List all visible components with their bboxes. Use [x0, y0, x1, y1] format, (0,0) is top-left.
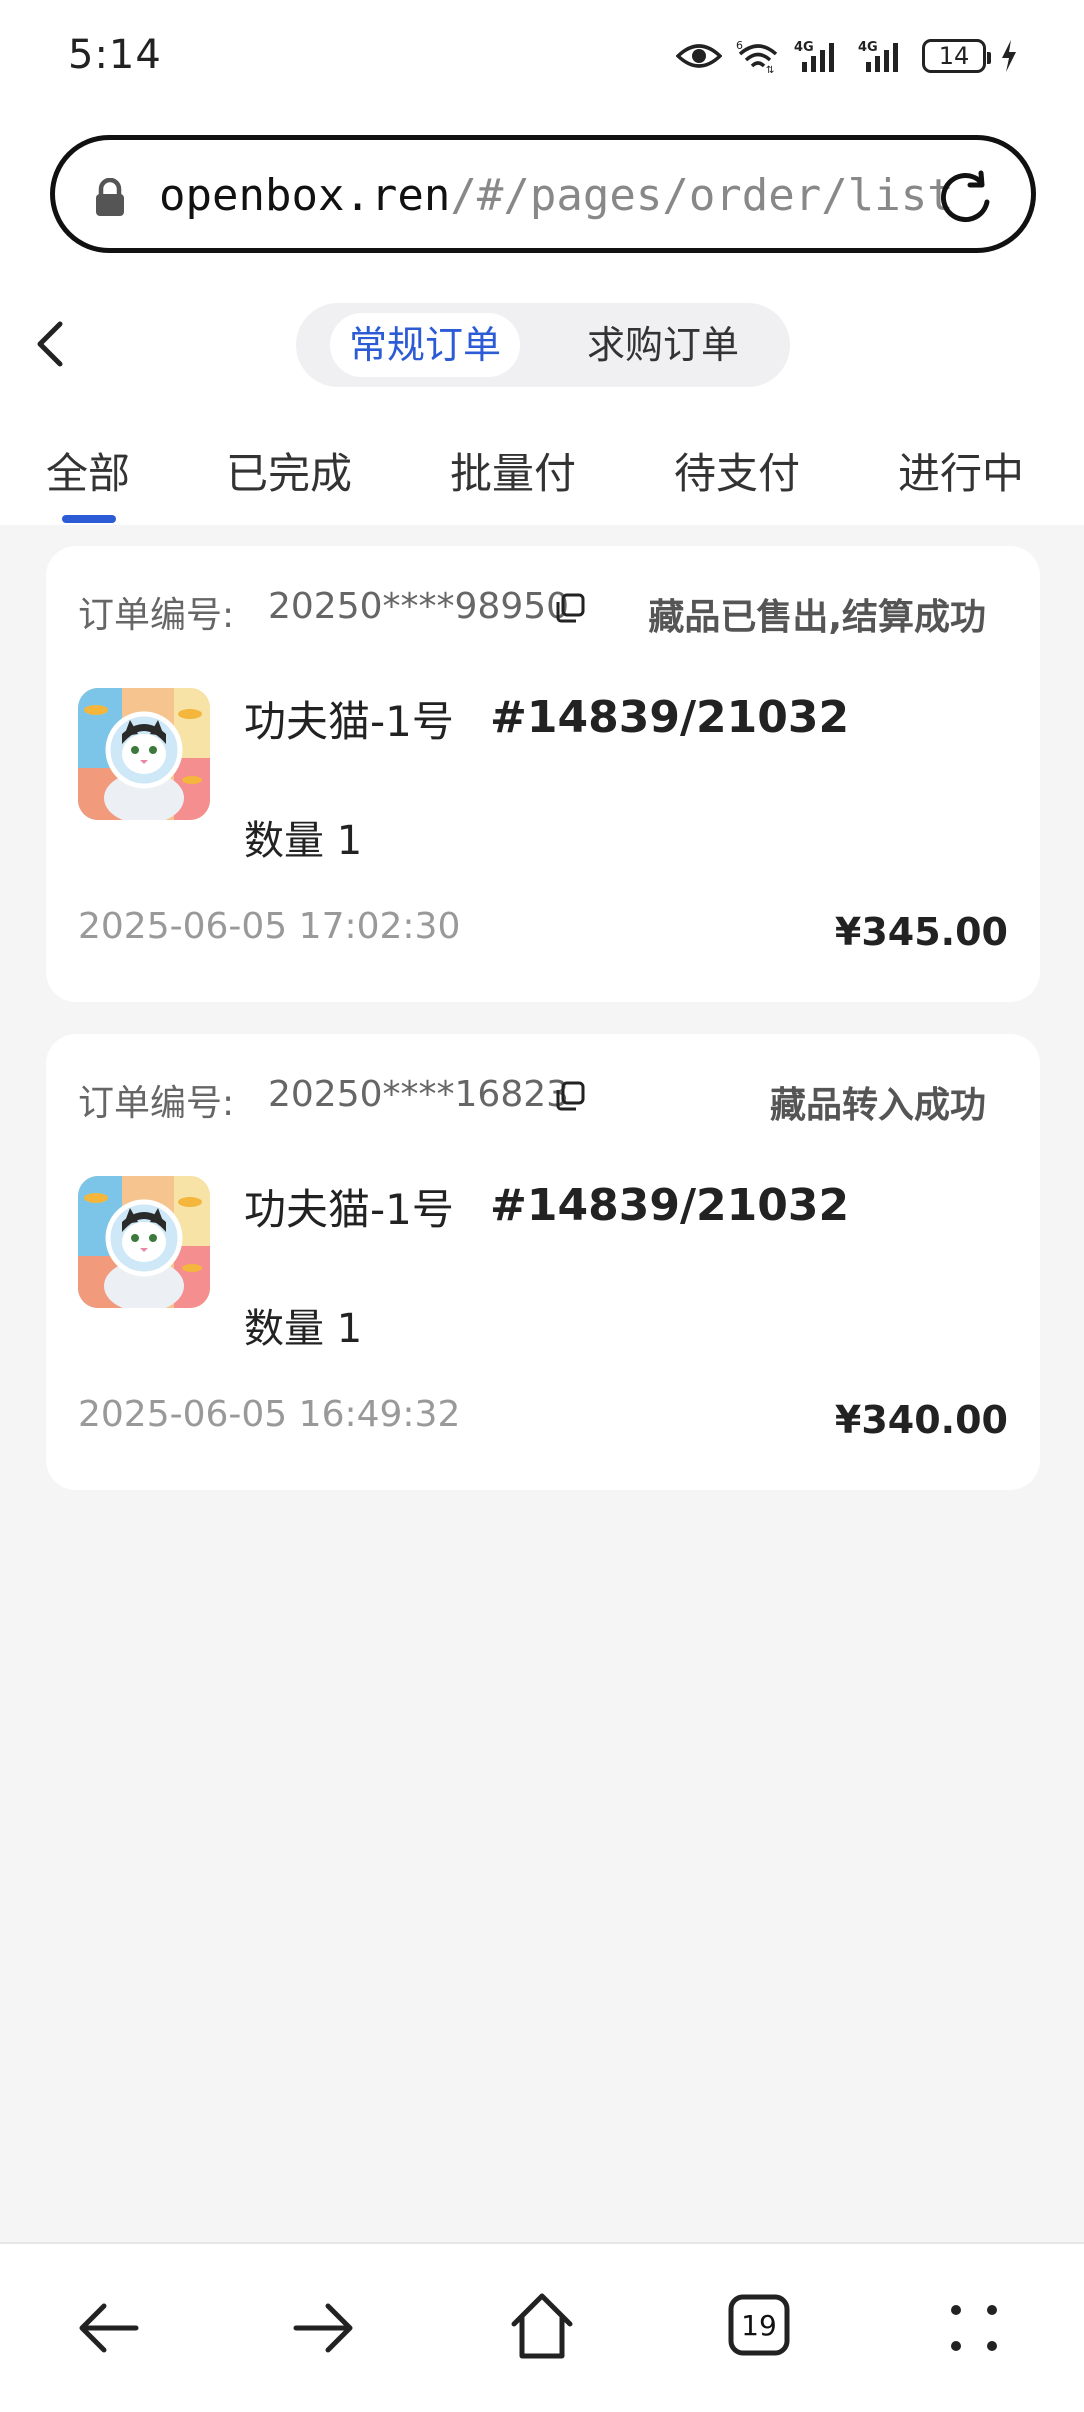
tab-batch-pay[interactable]: 批量付 — [450, 440, 576, 501]
item-name: 功夫猫-1号 — [244, 697, 454, 746]
browser-bottom-nav: 19 — [0, 2242, 1084, 2412]
eye-icon — [676, 41, 722, 71]
order-datetime: 2025-06-05 17:02:30 — [78, 906, 461, 947]
order-type-switch: 常规订单 求购订单 — [296, 303, 790, 387]
charging-icon — [1000, 39, 1018, 73]
svg-text:6: 6 — [736, 39, 743, 52]
battery-level: 14 — [938, 42, 970, 70]
order-status: 藏品已售出,结算成功 — [648, 597, 986, 638]
status-bar: 5:14 6 ⇅ 4G 4G 14 — [0, 0, 1084, 110]
reload-icon[interactable] — [937, 168, 993, 228]
tab-pending-payment[interactable]: 待支付 — [674, 440, 800, 501]
item-serial: #14839/21032 — [490, 1180, 850, 1231]
order-number: 20250****16823 — [268, 1074, 570, 1115]
tab-completed[interactable]: 已完成 — [226, 440, 352, 501]
item-thumbnail — [78, 1176, 210, 1308]
order-datetime: 2025-06-05 16:49:32 — [78, 1394, 461, 1435]
signal-4g-icon: 4G — [858, 38, 908, 74]
tabs-icon[interactable]: 19 — [728, 2294, 790, 2356]
url-text[interactable]: openbox.ren/#/pages/order/list — [159, 170, 954, 221]
svg-text:4G: 4G — [794, 40, 814, 55]
address-bar[interactable]: openbox.ren/#/pages/order/list — [50, 135, 1036, 253]
menu-icon[interactable] — [948, 2302, 1000, 2358]
item-quantity: 数量 1 — [244, 1306, 363, 1352]
order-price: ¥340.00 — [834, 1398, 1008, 1442]
item-thumbnail — [78, 688, 210, 820]
order-card[interactable]: 订单编号: 20250****16823 藏品转入成功 功夫猫-1号 #1483… — [46, 1034, 1040, 1490]
url-path: /#/pages/order/list — [450, 170, 954, 221]
url-host: openbox.ren — [159, 170, 451, 221]
copy-icon[interactable] — [554, 592, 586, 628]
status-tabs: 全部 已完成 批量付 待支付 进行中 — [0, 430, 1084, 525]
lock-icon[interactable] — [93, 177, 127, 222]
home-icon[interactable] — [508, 2290, 576, 2366]
tabs-count: 19 — [741, 2308, 777, 2342]
item-serial: #14839/21032 — [490, 692, 850, 743]
active-tab-indicator — [62, 515, 116, 523]
nav-forward-icon[interactable] — [290, 2296, 358, 2364]
wifi-icon: 6 ⇅ — [736, 38, 780, 74]
order-card[interactable]: 订单编号: 20250****98950 藏品已售出,结算成功 功夫猫-1号 #… — [46, 546, 1040, 1002]
status-icons: 6 ⇅ 4G 4G 14 — [676, 34, 1018, 78]
order-number: 20250****98950 — [268, 586, 570, 627]
svg-text:4G: 4G — [858, 40, 878, 55]
back-icon[interactable] — [32, 318, 68, 374]
nav-back-icon[interactable] — [74, 2296, 142, 2364]
tab-in-progress[interactable]: 进行中 — [898, 440, 1024, 501]
order-status: 藏品转入成功 — [769, 1085, 986, 1126]
tab-all[interactable]: 全部 — [46, 440, 130, 501]
svg-text:⇅: ⇅ — [766, 65, 774, 74]
status-time: 5:14 — [68, 32, 162, 78]
copy-icon[interactable] — [554, 1080, 586, 1116]
segment-wanted-orders[interactable]: 求购订单 — [568, 313, 758, 377]
signal-4g-icon: 4G — [794, 38, 844, 74]
order-number-label: 订单编号: — [78, 595, 235, 636]
order-price: ¥345.00 — [834, 910, 1008, 954]
item-quantity: 数量 1 — [244, 818, 363, 864]
order-number-label: 订单编号: — [78, 1083, 235, 1124]
battery-icon: 14 — [922, 39, 991, 73]
item-name: 功夫猫-1号 — [244, 1185, 454, 1234]
segment-regular-orders[interactable]: 常规订单 — [330, 313, 520, 377]
